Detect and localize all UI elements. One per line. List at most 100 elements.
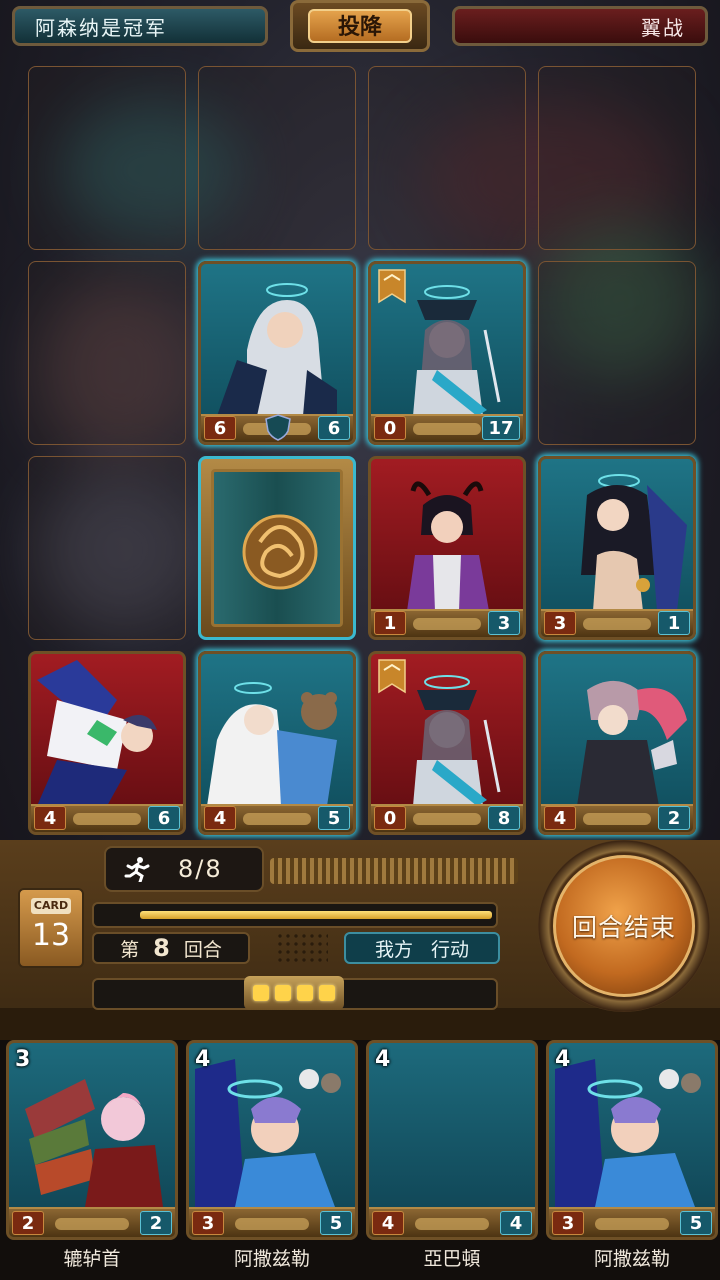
character-art-empty xyxy=(375,1049,529,1207)
game-board: 6 6 0 17 1 3 3 1 4 6 4 5 0 8 4 2 xyxy=(28,66,696,836)
card-stats: 4 5 xyxy=(201,804,353,832)
attack-value: 4 xyxy=(372,1211,404,1235)
health-value: 2 xyxy=(140,1211,172,1235)
health-value: 5 xyxy=(680,1211,712,1235)
card-count: 13 xyxy=(31,918,71,953)
character-art xyxy=(555,1049,709,1207)
player-hand: 3 2 2 辘轳首 4 3 5 阿撒兹勒 4 4 4 亞巴頓 4 3 5 阿撒兹… xyxy=(0,1040,720,1280)
running-icon xyxy=(124,857,150,882)
turn-timer-fill xyxy=(140,911,492,919)
card-stats: 2 2 xyxy=(9,1207,175,1237)
card-back-pattern xyxy=(211,469,343,627)
board-slot-empty[interactable] xyxy=(538,261,696,445)
attack-value: 1 xyxy=(374,611,406,635)
surrender-label: 投降 xyxy=(308,9,412,43)
board-slot-empty[interactable] xyxy=(28,261,186,445)
card-stats: 0 8 xyxy=(371,804,523,832)
player-name: 阿森纳是冠军 xyxy=(35,15,167,40)
pipe-decoration xyxy=(270,858,518,884)
moves-counter: 8/8 xyxy=(104,846,264,892)
energy-pip xyxy=(319,985,335,1001)
round-prefix: 第 xyxy=(120,938,140,961)
face-down-card[interactable] xyxy=(198,456,356,640)
board-card[interactable]: 4 5 xyxy=(198,651,356,835)
banner-icon xyxy=(378,269,406,304)
health-value: 1 xyxy=(658,611,690,635)
round-number: 8 xyxy=(153,934,170,962)
turn-timer-bar xyxy=(92,902,498,928)
control-panel: 8/8 CARD 13 第 8 回合 我方 行动 回合结束 xyxy=(0,840,720,1040)
surrender-button[interactable]: 投降 xyxy=(290,0,430,52)
card-stats: 0 17 xyxy=(371,414,523,442)
attack-value: 4 xyxy=(204,806,236,830)
character-art xyxy=(207,660,347,804)
character-art xyxy=(15,1049,169,1207)
hand-card[interactable]: 4 4 4 xyxy=(366,1040,538,1240)
hand-card[interactable]: 3 2 2 xyxy=(6,1040,178,1240)
phase-side: 我方 xyxy=(374,938,413,961)
attack-value: 4 xyxy=(544,806,576,830)
card-stats: 4 4 xyxy=(369,1207,535,1237)
board-card[interactable]: 4 6 xyxy=(28,651,186,835)
card-cost: 3 xyxy=(15,1047,31,1072)
card-stats: 6 6 xyxy=(201,414,353,442)
attack-value: 2 xyxy=(12,1211,44,1235)
card-label: CARD xyxy=(31,898,71,914)
card-cost: 4 xyxy=(375,1047,391,1072)
board-card[interactable]: 6 6 xyxy=(198,261,356,445)
shield-icon xyxy=(265,414,291,441)
character-art xyxy=(195,1049,349,1207)
attack-value: 0 xyxy=(374,806,406,830)
hand-card[interactable]: 4 3 5 xyxy=(546,1040,718,1240)
end-turn-button[interactable]: 回合结束 xyxy=(553,855,695,997)
health-value: 5 xyxy=(318,806,350,830)
card-cost: 4 xyxy=(555,1047,571,1072)
health-value: 17 xyxy=(482,416,520,440)
card-stats: 3 1 xyxy=(541,609,693,637)
end-turn-label: 回合结束 xyxy=(571,913,676,942)
hand-card-name: 辘轳首 xyxy=(63,1248,121,1270)
hand-card-name: 亞巴頓 xyxy=(423,1248,481,1270)
board-slot-empty[interactable] xyxy=(368,66,526,250)
health-value: 6 xyxy=(318,416,350,440)
board-slot-empty[interactable] xyxy=(28,456,186,640)
health-value: 4 xyxy=(500,1211,532,1235)
board-slot-empty[interactable] xyxy=(198,66,356,250)
board-slot-empty[interactable] xyxy=(28,66,186,250)
hand-card-name: 阿撒兹勒 xyxy=(233,1248,310,1270)
attack-value: 4 xyxy=(34,806,66,830)
energy-pip xyxy=(275,985,291,1001)
board-card[interactable]: 0 17 xyxy=(368,261,526,445)
health-value: 5 xyxy=(320,1211,352,1235)
board-slot-empty[interactable] xyxy=(538,66,696,250)
deck-card-counter[interactable]: CARD 13 xyxy=(18,888,84,968)
character-art xyxy=(547,465,687,609)
energy-pip xyxy=(253,985,269,1001)
energy-pips xyxy=(244,976,344,1010)
character-art xyxy=(207,270,347,414)
health-value: 3 xyxy=(488,611,520,635)
board-card[interactable]: 4 2 xyxy=(538,651,696,835)
opponent-name-plate: 翼战 xyxy=(452,6,708,46)
health-value: 6 xyxy=(148,806,180,830)
phase-indicator: 我方 行动 xyxy=(344,932,500,964)
card-stats: 1 3 xyxy=(371,609,523,637)
card-stats: 3 5 xyxy=(549,1207,715,1237)
character-art xyxy=(377,465,517,609)
character-art xyxy=(547,660,687,804)
energy-pip xyxy=(297,985,313,1001)
hand-card[interactable]: 4 3 5 xyxy=(186,1040,358,1240)
board-card[interactable]: 0 8 xyxy=(368,651,526,835)
board-card[interactable]: 3 1 xyxy=(538,456,696,640)
board-card[interactable]: 1 3 xyxy=(368,456,526,640)
phase-action: 行动 xyxy=(431,938,470,961)
card-cost: 4 xyxy=(195,1047,211,1072)
opponent-name: 翼战 xyxy=(641,15,685,40)
card-stats: 4 2 xyxy=(541,804,693,832)
top-bar: 阿森纳是冠军 投降 翼战 xyxy=(0,0,720,56)
health-value: 2 xyxy=(658,806,690,830)
attack-value: 3 xyxy=(544,611,576,635)
round-indicator: 第 8 回合 xyxy=(92,932,250,964)
card-stats: 3 5 xyxy=(189,1207,355,1237)
attack-value: 6 xyxy=(204,416,236,440)
